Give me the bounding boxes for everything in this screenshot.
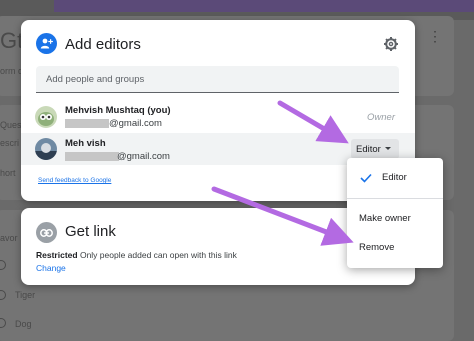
add-people-input[interactable]	[36, 66, 399, 93]
person-email: @gmail.com	[117, 151, 170, 162]
background-text: avor	[0, 233, 18, 243]
menu-divider	[347, 198, 443, 199]
role-dropdown-button[interactable]: Editor	[351, 139, 399, 159]
add-person-icon	[36, 33, 57, 54]
menu-item-remove[interactable]: Remove	[347, 242, 443, 253]
background-text: hort	[0, 168, 16, 178]
link-icon	[36, 222, 57, 243]
redacted-email	[65, 152, 119, 161]
menu-item-label: Make owner	[359, 213, 411, 224]
get-link-title: Get link	[65, 223, 116, 240]
background-option-label: Tiger	[15, 290, 36, 300]
form-theme-banner	[54, 0, 474, 12]
menu-item-label: Editor	[382, 172, 407, 183]
background-text: Ques	[0, 120, 22, 130]
person-email: @gmail.com	[109, 118, 162, 129]
dialog-title: Add editors	[65, 36, 141, 53]
more-options-icon: ⋮	[428, 28, 442, 44]
restricted-description: Only people added can open with this lin…	[79, 250, 237, 260]
menu-item-label: Remove	[359, 242, 395, 253]
menu-item-make-owner[interactable]: Make owner	[347, 213, 443, 224]
owner-role-label: Owner	[367, 112, 395, 123]
role-dropdown-label: Editor	[356, 143, 381, 155]
gear-icon[interactable]	[383, 36, 399, 52]
change-link-button[interactable]: Change	[36, 263, 66, 273]
avatar	[35, 138, 57, 160]
send-feedback-link[interactable]: Send feedback to Google	[38, 177, 111, 184]
background-text: escri	[0, 138, 20, 148]
background-text: orm d	[0, 66, 24, 76]
menu-item-editor[interactable]: Editor	[347, 172, 443, 183]
person-row-owner: Mehvish Mushtaq (you) @gmail.com Owner	[21, 101, 415, 133]
redacted-email	[65, 119, 109, 128]
background-form-title: Gt	[0, 28, 24, 53]
person-name: Mehvish Mushtaq (you)	[65, 105, 171, 116]
background-option-label: Dog	[15, 319, 32, 329]
person-name: Meh vish	[65, 138, 106, 149]
link-access-description: Restricted Only people added can open wi…	[36, 250, 237, 260]
role-menu: Editor Make owner Remove	[347, 158, 443, 268]
restricted-label: Restricted	[36, 250, 78, 260]
caret-down-icon	[385, 147, 391, 150]
avatar	[35, 106, 57, 128]
